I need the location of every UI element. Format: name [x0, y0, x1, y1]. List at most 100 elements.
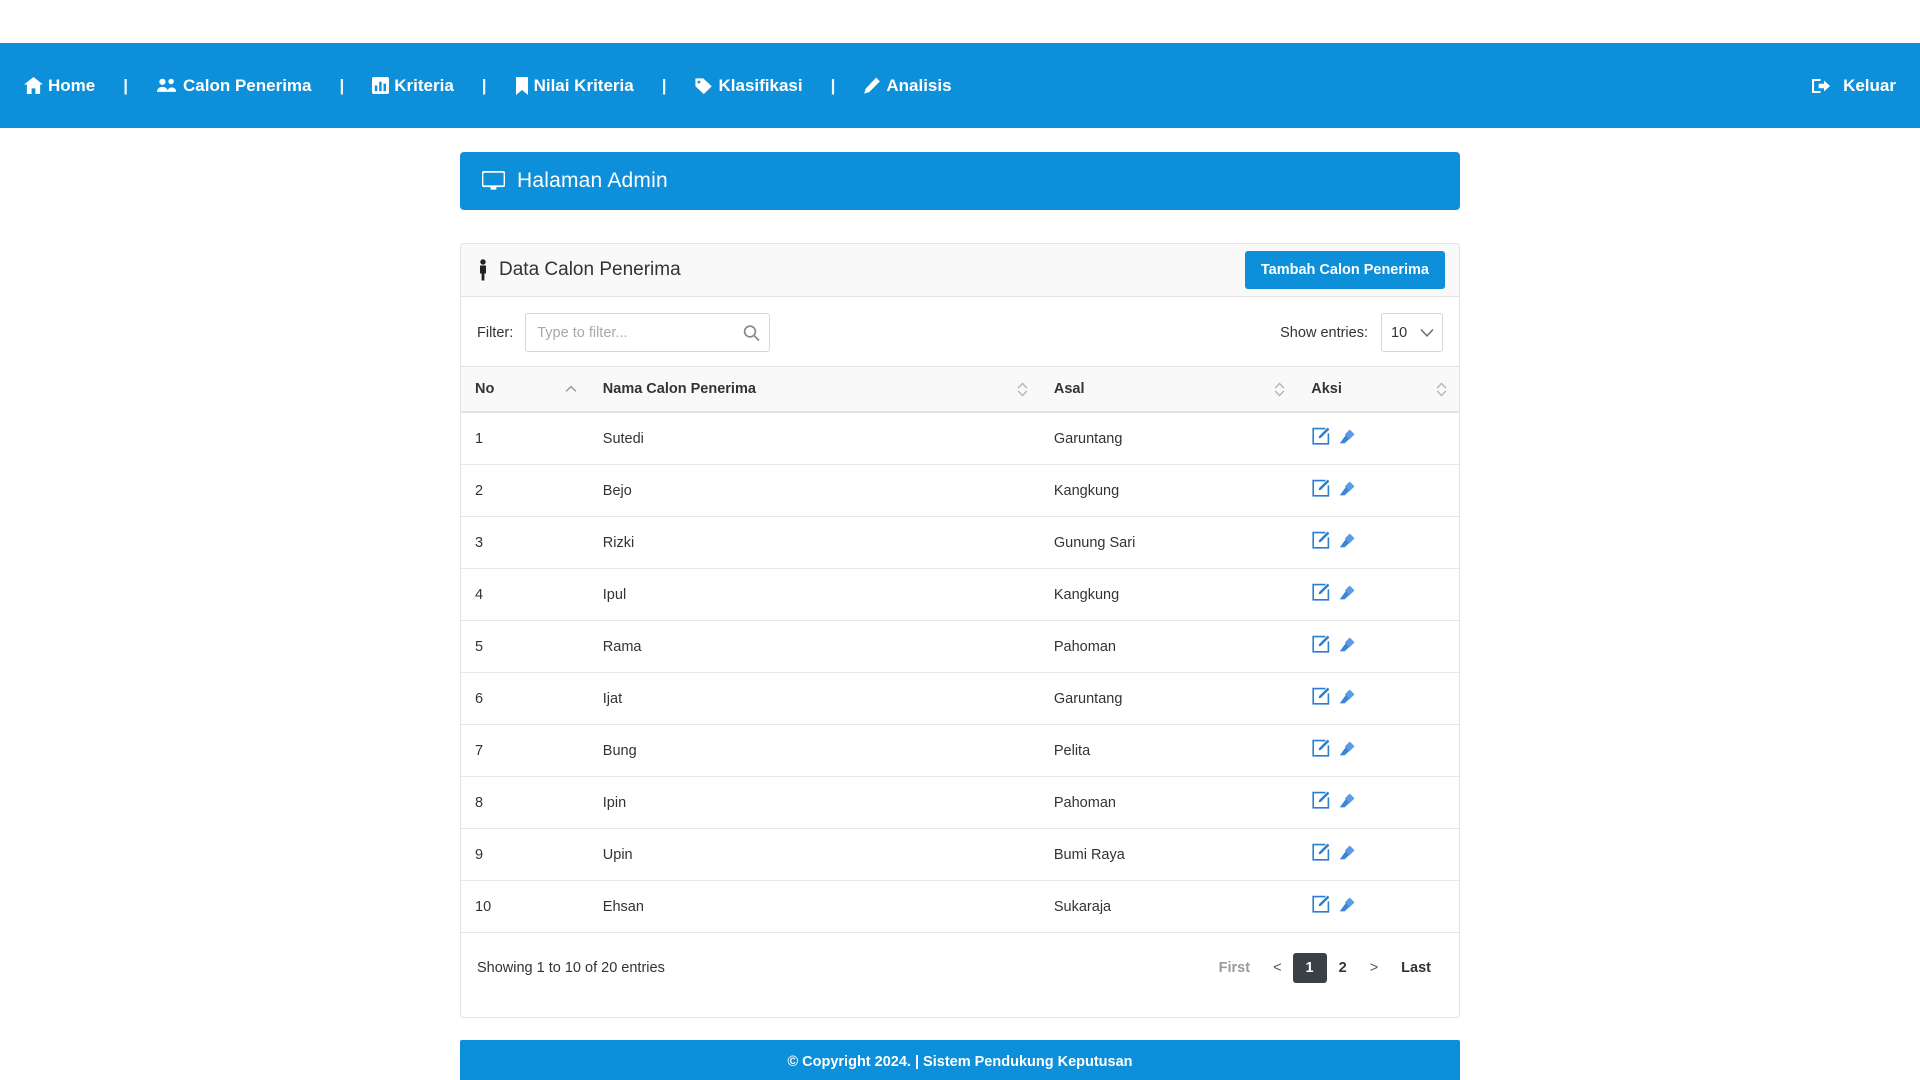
pagination-first[interactable]: First [1207, 954, 1262, 982]
pagination: First < 1 2 > Last [1207, 953, 1443, 983]
cell-no: 7 [461, 724, 589, 777]
add-calon-penerima-button[interactable]: Tambah Calon Penerima [1244, 251, 1445, 289]
nav-item-nilai-kriteria[interactable]: Nilai Kriteria [513, 72, 636, 100]
cell-no: 5 [461, 620, 589, 673]
nav-label-nilai-kriteria: Nilai Kriteria [533, 75, 634, 95]
data-card: Data Calon Penerima Tambah Calon Penerim… [460, 243, 1460, 1018]
pagination-next[interactable]: > [1359, 954, 1389, 982]
delete-icon[interactable] [1337, 531, 1356, 550]
logout-button[interactable]: Keluar [1810, 72, 1898, 100]
cell-no: 10 [461, 880, 589, 933]
showing-entries-text: Showing 1 to 10 of 20 entries [477, 960, 665, 976]
logout-label: Keluar [1843, 75, 1896, 95]
table-row: 5 Rama Pahoman [461, 620, 1459, 673]
nav-item-klasifikasi[interactable]: Klasifikasi [692, 72, 804, 100]
cell-no: 4 [461, 568, 589, 621]
page-title: Halaman Admin [517, 169, 668, 192]
caret-up-icon [551, 385, 577, 393]
person-icon [477, 259, 489, 281]
nav-separator: | [123, 75, 128, 95]
card-title-wrap: Data Calon Penerima [477, 259, 681, 281]
column-header-nama[interactable]: Nama Calon Penerima [588, 366, 1040, 413]
nav-separator: | [339, 75, 345, 95]
delete-icon[interactable] [1337, 427, 1356, 446]
filter-input[interactable] [525, 313, 771, 352]
edit-icon[interactable] [1311, 739, 1330, 758]
sort-icon [1260, 381, 1285, 397]
cell-asal: Pelita [1039, 724, 1298, 777]
edit-icon[interactable] [1311, 895, 1330, 914]
pagination-prev[interactable]: < [1262, 954, 1292, 982]
show-entries-label: Show entries: [1280, 324, 1368, 341]
column-label-no: No [475, 381, 495, 397]
edit-icon[interactable] [1311, 843, 1330, 862]
admin-page-header: Halaman Admin [460, 152, 1460, 210]
edit-icon[interactable] [1311, 687, 1330, 706]
column-header-no[interactable]: No [461, 366, 589, 413]
cell-nama: Bejo [588, 464, 1040, 517]
nav-separator: | [481, 75, 487, 95]
main-navbar: Home | Calon Penerima | Kriteria | Nilai… [0, 43, 1920, 128]
cell-aksi [1297, 464, 1459, 517]
delete-icon[interactable] [1337, 635, 1356, 654]
nav-separator: | [661, 75, 667, 95]
delete-icon[interactable] [1337, 583, 1356, 602]
edit-icon[interactable] [1311, 635, 1330, 654]
table-row: 8 Ipin Pahoman [461, 776, 1459, 829]
pagination-page-2[interactable]: 2 [1327, 954, 1359, 982]
edit-icon[interactable] [1311, 427, 1330, 446]
sign-out-icon [1812, 77, 1831, 95]
delete-icon[interactable] [1337, 843, 1356, 862]
pagination-page-1[interactable]: 1 [1292, 953, 1327, 983]
cell-nama: Ehsan [588, 880, 1040, 933]
column-label-asal: Asal [1053, 381, 1085, 397]
cell-asal: Pahoman [1039, 776, 1298, 829]
cell-asal: Sukaraja [1039, 880, 1298, 933]
entries-select[interactable]: 10 [1381, 313, 1443, 352]
filter-input-wrap [525, 313, 771, 352]
users-icon [156, 77, 178, 94]
nav-item-kriteria[interactable]: Kriteria [370, 72, 456, 100]
cell-aksi [1297, 776, 1459, 829]
sort-icon [1422, 381, 1447, 397]
column-header-aksi[interactable]: Aksi [1297, 366, 1459, 413]
nav-label-analisis: Analisis [886, 75, 952, 95]
nav-item-calon-penerima[interactable]: Calon Penerima [154, 72, 314, 100]
cell-aksi [1297, 672, 1459, 725]
cell-nama: Ipul [588, 568, 1040, 621]
chart-bar-icon [372, 77, 390, 94]
cell-aksi [1297, 828, 1459, 881]
card-header: Data Calon Penerima Tambah Calon Penerim… [461, 244, 1459, 297]
column-header-asal[interactable]: Asal [1039, 366, 1298, 413]
edit-icon[interactable] [1311, 791, 1330, 810]
table-row: 1 Sutedi Garuntang [461, 412, 1459, 465]
cell-aksi [1297, 568, 1459, 621]
column-label-nama: Nama Calon Penerima [602, 381, 756, 397]
cell-aksi [1297, 620, 1459, 673]
delete-icon[interactable] [1337, 791, 1356, 810]
cell-asal: Kangkung [1039, 568, 1298, 621]
cell-nama: Rama [588, 620, 1040, 673]
cell-no: 1 [461, 412, 589, 465]
delete-icon[interactable] [1337, 687, 1356, 706]
edit-icon[interactable] [1311, 583, 1330, 602]
delete-icon[interactable] [1337, 739, 1356, 758]
cell-asal: Gunung Sari [1039, 516, 1298, 569]
nav-label-kriteria: Kriteria [394, 75, 454, 95]
table-row: 3 Rizki Gunung Sari [461, 516, 1459, 569]
nav-item-analisis[interactable]: Analisis [861, 72, 953, 100]
edit-icon[interactable] [1311, 531, 1330, 550]
delete-icon[interactable] [1337, 895, 1356, 914]
edit-icon[interactable] [1311, 479, 1330, 498]
nav-separator: | [830, 75, 836, 95]
nav-item-home[interactable]: Home [22, 72, 97, 100]
cell-no: 2 [461, 464, 589, 517]
entries-select-wrap: 10 [1381, 313, 1443, 352]
cell-aksi [1297, 724, 1459, 777]
cell-asal: Pahoman [1039, 620, 1298, 673]
delete-icon[interactable] [1337, 479, 1356, 498]
nav-label-home: Home [48, 75, 96, 95]
show-entries-group: Show entries: 10 [1280, 313, 1443, 352]
navbar-links: Home | Calon Penerima | Kriteria | Nilai… [22, 72, 1810, 100]
pagination-last[interactable]: Last [1389, 954, 1443, 982]
